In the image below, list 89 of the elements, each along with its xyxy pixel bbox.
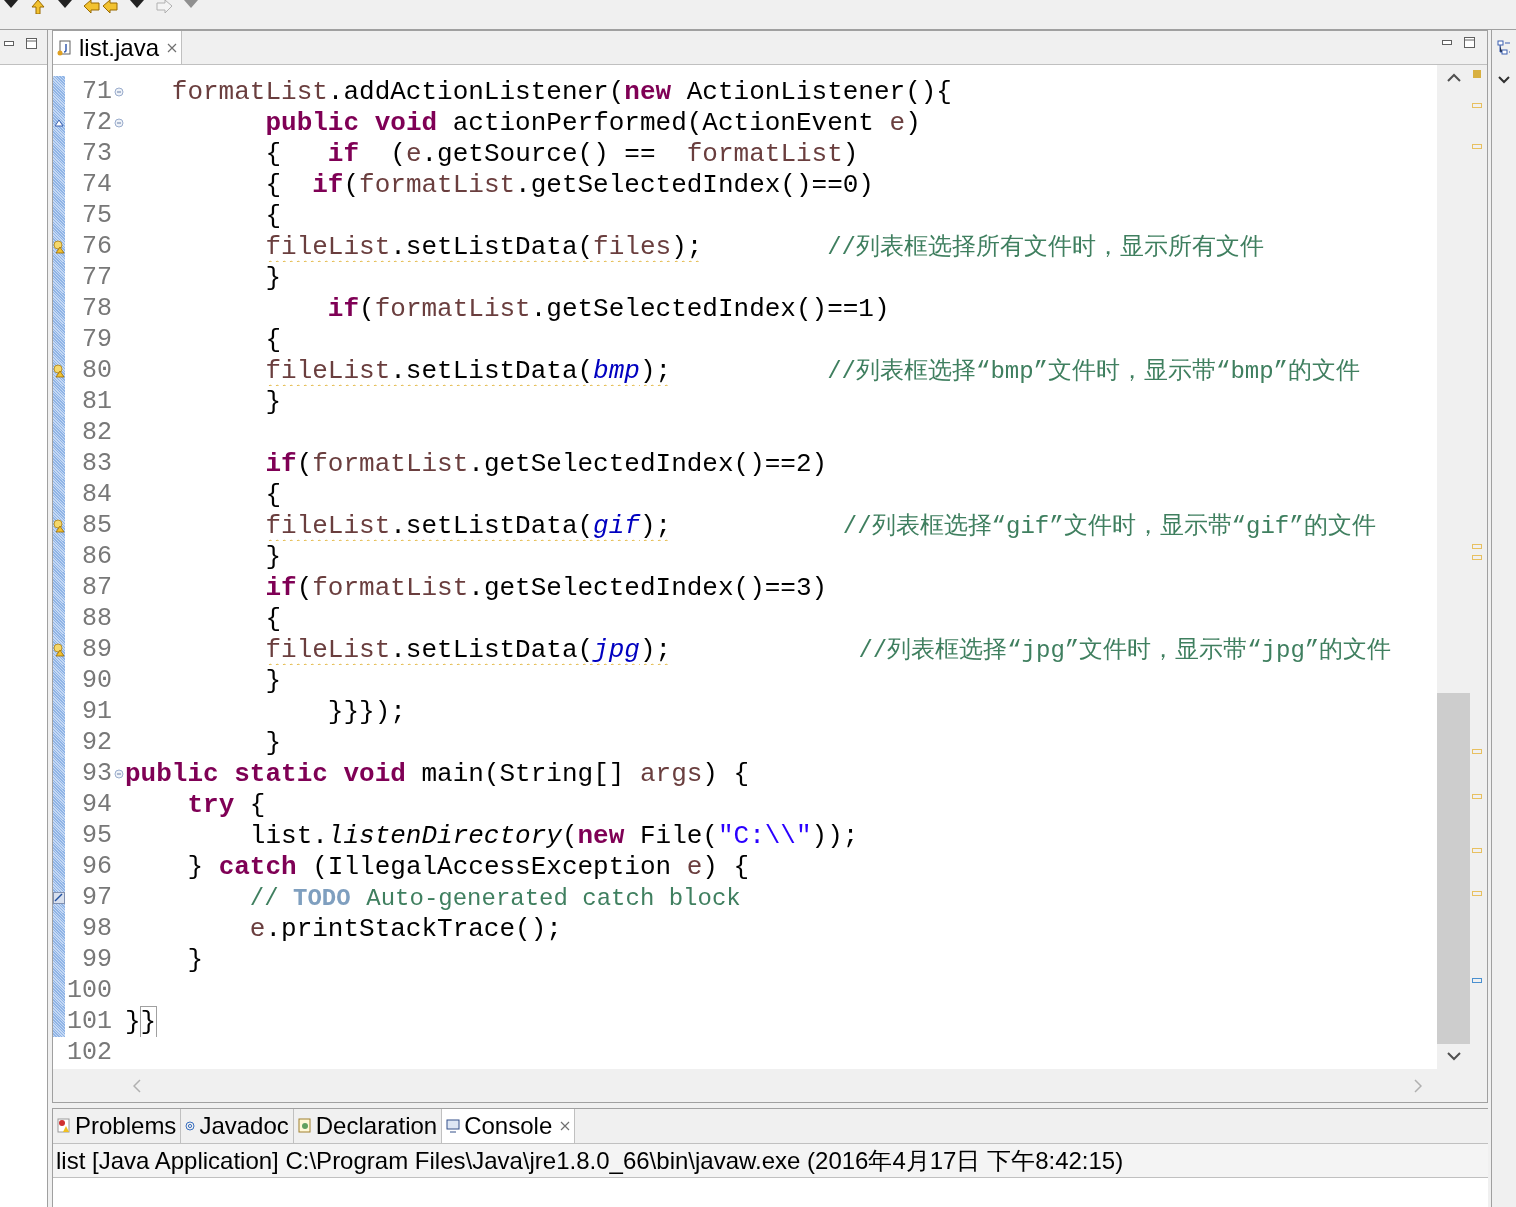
warning-bulb-icon [53, 518, 65, 533]
close-icon[interactable] [560, 1121, 571, 1131]
line-number: 78 [81, 296, 112, 321]
down-chevron-icon[interactable] [1498, 76, 1510, 84]
minimize-icon[interactable] [1442, 39, 1452, 46]
code-line: } [264, 264, 282, 291]
code-line: } [264, 543, 282, 570]
line-number: 76 [81, 234, 112, 259]
code-line: { if(formatList.getSelectedIndex()==0) [264, 171, 874, 198]
code-line: fileList.setListData(files); //列表框选择所有文件时，显示所有文件 [264, 233, 1264, 260]
line-number: 94 [81, 792, 112, 817]
line-number: 75 [81, 203, 112, 228]
code-line: }}}); [326, 698, 406, 725]
warning-bulb-icon [53, 363, 65, 378]
line-number: 73 [81, 141, 112, 166]
code-line: { [264, 326, 282, 353]
code-line: } [264, 388, 282, 415]
outline-icon[interactable] [1497, 40, 1511, 56]
dropdown-arrow-icon[interactable] [130, 0, 144, 8]
code-line: e.printStackTrace(); [248, 915, 562, 942]
close-icon[interactable] [167, 42, 178, 53]
line-number: 84 [81, 482, 112, 507]
code-line: } [264, 667, 282, 694]
code-line: try { [186, 791, 266, 818]
code-line: list.listenDirectory(new File("C:\\")); [248, 822, 859, 849]
up-arrow-icon[interactable] [30, 0, 46, 14]
declaration-icon [297, 1118, 312, 1134]
code-line: { if (e.getSource() == formatList) [264, 140, 859, 167]
line-number: 86 [81, 544, 112, 569]
line-number: 82 [81, 420, 112, 445]
scrollbar-thumb[interactable] [1437, 693, 1470, 1044]
line-number: 80 [81, 358, 112, 383]
line-number: 95 [81, 823, 112, 848]
line-number: 91 [81, 699, 112, 724]
code-line: { [264, 202, 282, 229]
line-number: 87 [81, 575, 112, 600]
maximize-icon[interactable] [26, 38, 37, 49]
line-number: 98 [81, 916, 112, 941]
code-line: public void actionPerformed(ActionEvent e) [264, 109, 921, 136]
code-line: if(formatList.getSelectedIndex()==2) [264, 450, 828, 477]
line-number: 72 [81, 110, 112, 135]
code-line: } catch (IllegalAccessException e) { [186, 853, 750, 880]
line-number: 81 [81, 389, 112, 414]
code-line: if(formatList.getSelectedIndex()==3) [264, 574, 828, 601]
line-number: 99 [81, 947, 112, 972]
line-number: 89 [81, 637, 112, 662]
dropdown-arrow-icon[interactable] [58, 0, 72, 8]
back-arrow-icon[interactable] [84, 0, 118, 14]
line-number: 77 [81, 265, 112, 290]
line-number: 83 [81, 451, 112, 476]
code-line: { [264, 605, 282, 632]
down-chevron-icon[interactable] [1446, 1052, 1461, 1061]
warning-bulb-icon [53, 239, 65, 254]
problems-icon [57, 1118, 71, 1134]
code-line: public static void main(String[] args) { [125, 760, 750, 787]
line-number: 71 [81, 79, 112, 104]
console-header: list [Java Application] C:\Program Files\Java\jre1.8.0_66\bin\javaw.exe (2016年4月17日 下午8:42:15) [56, 1145, 1124, 1176]
editor-tab[interactable]: list.java [53, 31, 183, 64]
line-number: 79 [81, 327, 112, 352]
java-file-icon [57, 39, 71, 56]
line-number: 74 [81, 172, 112, 197]
code-line: } [264, 729, 282, 756]
view-tab[interactable]: Console [442, 1109, 576, 1143]
line-number: 88 [81, 606, 112, 631]
up-chevron-icon[interactable] [1446, 73, 1461, 82]
code-line: if(formatList.getSelectedIndex()==1) [326, 295, 890, 322]
line-number: 85 [81, 513, 112, 538]
warning-bulb-icon [53, 642, 65, 657]
line-number: 97 [81, 885, 112, 910]
task-icon [53, 891, 65, 904]
minimize-icon[interactable] [4, 40, 14, 47]
line-number: 90 [81, 668, 112, 693]
console-icon [446, 1119, 461, 1133]
code-line: { [264, 481, 282, 508]
code-line: fileList.setListData(jpg); //列表框选择“jpg”文件时，显示带“jpg”的文件 [264, 636, 1392, 663]
code-line: }} [125, 1008, 157, 1035]
dropdown-arrow-icon[interactable] [4, 0, 18, 8]
code-line: // TODO Auto-generated catch block [248, 884, 741, 911]
code-line: fileList.setListData(gif); //列表框选择“gif”文件时，显示带“gif”的文件 [264, 512, 1376, 539]
line-number: 102 [66, 1040, 112, 1065]
line-number: 101 [66, 1009, 112, 1034]
line-number: 96 [81, 854, 112, 879]
code-line: } [186, 946, 204, 973]
maximize-icon[interactable] [1464, 37, 1475, 48]
line-number: 92 [81, 730, 112, 755]
line-number: 93 [81, 761, 112, 786]
code-line: formatList.addActionListener(new ActionListener(){ [170, 78, 952, 105]
code-line: fileList.setListData(bmp); //列表框选择“bmp”文件时，显示带“bmp”的文件 [264, 357, 1360, 384]
line-number: 100 [66, 978, 112, 1003]
